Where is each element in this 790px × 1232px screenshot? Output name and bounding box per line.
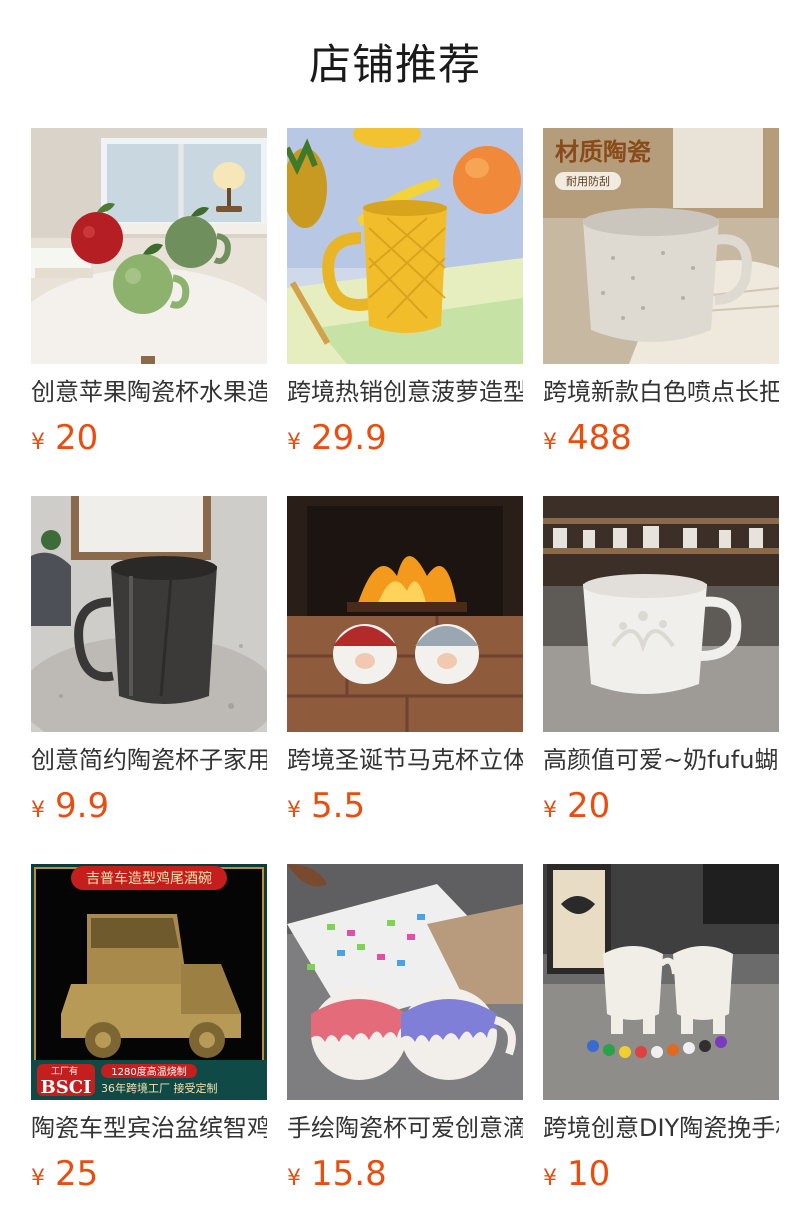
product-image[interactable] bbox=[287, 864, 523, 1100]
currency-symbol: ¥ bbox=[31, 798, 45, 823]
product-name[interactable]: 跨境圣诞节马克杯立体老人杯 bbox=[287, 744, 523, 776]
currency-symbol: ¥ bbox=[287, 430, 301, 455]
image-factory-text: 工厂有 bbox=[51, 1065, 78, 1077]
currency-symbol: ¥ bbox=[543, 798, 557, 823]
section-title: 店铺推荐 bbox=[308, 40, 481, 89]
product-price: ¥20 bbox=[543, 786, 610, 832]
product-card[interactable]: 跨境创意DIY陶瓷挽手杯 ¥10 bbox=[543, 864, 779, 1204]
image-badge-text: 耐用防刮 bbox=[566, 174, 610, 188]
product-card[interactable]: 手绘陶瓷杯可爱创意滴釉马克杯 ¥15.8 bbox=[287, 864, 523, 1204]
product-image[interactable] bbox=[287, 496, 523, 732]
currency-symbol: ¥ bbox=[287, 1166, 301, 1191]
image-cert-text: BSCI bbox=[41, 1077, 92, 1098]
product-image[interactable] bbox=[543, 496, 779, 732]
product-price: ¥29.9 bbox=[287, 418, 387, 464]
currency-symbol: ¥ bbox=[543, 1166, 557, 1191]
product-card[interactable]: 跨境圣诞节马克杯立体老人杯 ¥5.5 bbox=[287, 496, 523, 836]
price-value: 20 bbox=[55, 418, 99, 458]
product-name[interactable]: 跨境热销创意菠萝造型陶瓷杯 bbox=[287, 376, 523, 408]
product-name[interactable]: 跨境创意DIY陶瓷挽手杯 bbox=[543, 1112, 779, 1144]
product-name[interactable]: 创意简约陶瓷杯子家用马克杯 bbox=[31, 744, 267, 776]
currency-symbol: ¥ bbox=[31, 430, 45, 455]
image-firing-text: 1280度高温烧制 bbox=[111, 1065, 186, 1078]
image-years-text: 36年跨境工厂 接受定制 bbox=[101, 1081, 218, 1095]
product-card[interactable]: 跨境热销创意菠萝造型陶瓷杯 ¥29.9 bbox=[287, 128, 523, 468]
product-name[interactable]: 创意苹果陶瓷杯水果造型马克杯 bbox=[31, 376, 267, 408]
product-card[interactable]: 材质陶瓷 耐用防刮 跨境新款白色喷点长把咖啡杯 ¥488 bbox=[543, 128, 779, 468]
product-price: ¥20 bbox=[31, 418, 98, 464]
product-image[interactable]: 吉普车造型鸡尾酒碗 工厂有 BSCI 1280度高温烧制 36年跨境工厂 接受定… bbox=[31, 864, 267, 1100]
currency-symbol: ¥ bbox=[287, 798, 301, 823]
product-name[interactable]: 手绘陶瓷杯可爱创意滴釉马克杯 bbox=[287, 1112, 523, 1144]
product-card[interactable]: 高颜值可爱~奶fufu蝴蝶结马克杯 ¥20 bbox=[543, 496, 779, 836]
price-value: 9.9 bbox=[55, 786, 110, 826]
product-price: ¥9.9 bbox=[31, 786, 109, 832]
product-card[interactable]: 吉普车造型鸡尾酒碗 工厂有 BSCI 1280度高温烧制 36年跨境工厂 接受定… bbox=[31, 864, 267, 1204]
price-value: 15.8 bbox=[311, 1154, 387, 1194]
image-headline-text: 材质陶瓷 bbox=[555, 138, 651, 166]
product-name[interactable]: 高颜值可爱~奶fufu蝴蝶结马克杯 bbox=[543, 744, 779, 776]
price-value: 488 bbox=[567, 418, 632, 458]
product-price: ¥5.5 bbox=[287, 786, 365, 832]
image-banner-text: 吉普车造型鸡尾酒碗 bbox=[86, 870, 212, 887]
product-image[interactable] bbox=[543, 864, 779, 1100]
product-price: ¥488 bbox=[543, 418, 632, 464]
price-value: 10 bbox=[567, 1154, 611, 1194]
price-value: 29.9 bbox=[311, 418, 387, 458]
product-name[interactable]: 跨境新款白色喷点长把咖啡杯 bbox=[543, 376, 779, 408]
product-image[interactable] bbox=[287, 128, 523, 364]
product-price: ¥25 bbox=[31, 1154, 98, 1200]
product-price: ¥15.8 bbox=[287, 1154, 387, 1200]
currency-symbol: ¥ bbox=[31, 1166, 45, 1191]
product-image[interactable] bbox=[31, 496, 267, 732]
product-price: ¥10 bbox=[543, 1154, 610, 1200]
product-card[interactable]: 创意苹果陶瓷杯水果造型马克杯 ¥20 bbox=[31, 128, 267, 468]
currency-symbol: ¥ bbox=[543, 430, 557, 455]
product-name[interactable]: 陶瓷车型宾治盆缤智鸡尾酒碗 bbox=[31, 1112, 267, 1144]
product-image[interactable]: 材质陶瓷 耐用防刮 bbox=[543, 128, 779, 364]
price-value: 5.5 bbox=[311, 786, 366, 826]
product-card[interactable]: 创意简约陶瓷杯子家用马克杯 ¥9.9 bbox=[31, 496, 267, 836]
product-image[interactable] bbox=[31, 128, 267, 364]
price-value: 25 bbox=[55, 1154, 99, 1194]
price-value: 20 bbox=[567, 786, 611, 826]
